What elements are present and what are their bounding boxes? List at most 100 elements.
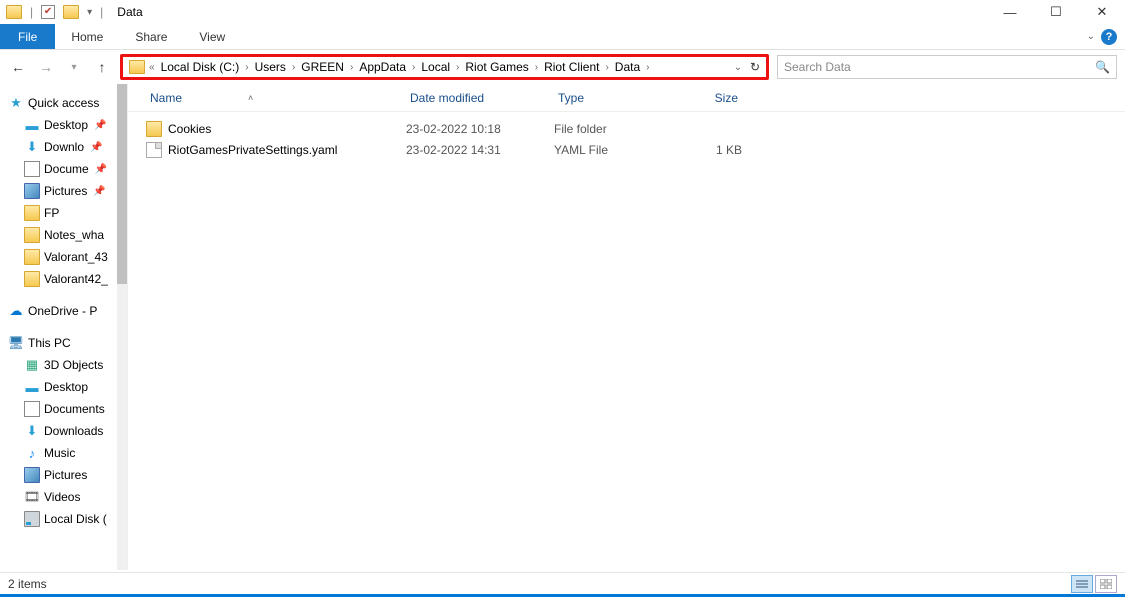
sidebar-item-label: Documents [44,402,105,416]
folder-icon [24,249,40,265]
minimize-button[interactable]: — [987,0,1033,24]
sidebar-item-label: Valorant42_ [44,272,108,286]
file-type: File folder [554,122,672,136]
sidebar-quick-item[interactable]: Valorant42_ [0,268,127,290]
sidebar-item-label: Valorant_43 [44,250,108,264]
menu-home[interactable]: Home [55,24,119,49]
sidebar-item-label: Downloads [44,424,103,438]
qat-separator2: | [100,5,103,19]
file-name: RiotGamesPrivateSettings.yaml [168,143,337,157]
sidebar-thispc-item[interactable]: ♪Music [0,442,127,464]
search-input[interactable]: Search Data 🔍 [777,55,1117,79]
3d-objects-icon: ▦ [24,357,40,373]
sidebar-quick-item[interactable]: FP [0,202,127,224]
file-type: YAML File [554,143,672,157]
window-title: Data [117,5,142,19]
file-row[interactable]: Cookies 23-02-2022 10:18File folder [146,118,1125,139]
file-name: Cookies [168,122,211,136]
sidebar-quick-item[interactable]: Pictures📌 [0,180,127,202]
crumb-6[interactable]: Riot Client [540,60,603,74]
sidebar-item-label: Videos [44,490,80,504]
search-icon[interactable]: 🔍 [1095,60,1110,74]
sidebar-quick-item[interactable]: ▬Desktop📌 [0,114,127,136]
qat-dropdown-icon[interactable]: ▾ [87,7,92,18]
maximize-button[interactable]: ☐ [1033,0,1079,24]
recent-dropdown[interactable]: ▾ [64,57,84,77]
file-row[interactable]: RiotGamesPrivateSettings.yaml 23-02-2022 … [146,139,1125,160]
new-folder-icon[interactable] [63,5,79,19]
file-date: 23-02-2022 14:31 [406,143,554,157]
properties-check-icon[interactable]: ✔ [41,5,55,19]
crumb-5[interactable]: Riot Games [461,60,532,74]
sidebar-thispc-item[interactable]: Pictures [0,464,127,486]
forward-button[interactable]: → [36,57,56,77]
ribbon: File Home Share View ⌄ ? [0,24,1125,50]
sidebar-this-pc[interactable]: 🖥 This PC [0,332,127,354]
disk-icon [24,511,40,527]
sidebar-item-label: Local Disk ( [44,512,107,526]
thispc-icon: 🖥 [8,335,24,351]
download-icon: ⬇ [24,423,40,439]
close-button[interactable]: ✕ [1079,0,1125,24]
sidebar-item-label: Docume [44,162,89,176]
up-button[interactable]: ↑ [92,57,112,77]
refresh-button[interactable]: ↻ [746,60,764,74]
sidebar-item-label: Desktop [44,118,88,132]
crumb-0[interactable]: Local Disk (C:) [157,60,244,74]
addressbar-dropdown[interactable]: ⌄ [730,62,746,73]
desktop-icon: ▬ [24,117,40,133]
onedrive-icon: ☁ [8,303,24,319]
ribbon-collapse-icon[interactable]: ⌄ [1087,31,1095,42]
details-view-button[interactable] [1071,575,1093,593]
crumb-3[interactable]: AppData [355,60,410,74]
sidebar-item-label: Pictures [44,184,87,198]
file-icon [146,142,162,158]
sort-indicator-icon: ˄ [248,93,253,103]
sidebar-thispc-item[interactable]: Local Disk ( [0,508,127,530]
sidebar-quick-item[interactable]: Valorant_43 [0,246,127,268]
crumb-2[interactable]: GREEN [297,60,348,74]
sidebar-quick-item[interactable]: ⬇Downlo📌 [0,136,127,158]
sidebar-thispc-item[interactable]: ⬇ Downloads [0,420,127,442]
thumbnails-view-button[interactable] [1095,575,1117,593]
folder-icon [24,271,40,287]
column-name[interactable]: Name ˄ [146,91,406,105]
address-bar-highlighted: « Local Disk (C:)› Users› GREEN› AppData… [120,54,769,80]
sidebar-quick-label: Quick access [28,96,99,110]
sidebar-quick-item[interactable]: Notes_wha [0,224,127,246]
sidebar-item-label: FP [44,206,59,220]
folder-icon [24,205,40,221]
sidebar-scrollbar-thumb[interactable] [117,84,127,284]
sidebar-item-label: 3D Objects [44,358,103,372]
addressbar-folder-icon[interactable] [129,60,145,74]
folder-icon [6,5,22,19]
sidebar-thispc-item[interactable]: ▬Desktop [0,376,127,398]
star-icon: ★ [8,95,24,111]
file-tab[interactable]: File [0,24,55,49]
menu-view[interactable]: View [183,24,241,49]
help-icon[interactable]: ? [1101,29,1117,45]
sidebar-thispc-item[interactable]: ▦ 3D Objects [0,354,127,376]
back-button[interactable]: ← [8,57,28,77]
menu-share[interactable]: Share [119,24,183,49]
sidebar-quick-access[interactable]: ★ Quick access [0,92,127,114]
crumb-7[interactable]: Data [611,60,644,74]
file-date: 23-02-2022 10:18 [406,122,554,136]
file-list: Name ˄ Date modified Type Size Cookies 23… [128,84,1125,570]
address-bar[interactable]: « Local Disk (C:)› Users› GREEN› AppData… [149,60,730,74]
sidebar-onedrive[interactable]: ☁ OneDrive - P [0,300,127,322]
sidebar-item-label: Pictures [44,468,87,482]
sidebar-item-label: Music [44,446,75,460]
column-headers: Name ˄ Date modified Type Size [128,84,1125,112]
crumb-1[interactable]: Users [251,60,290,74]
pictures-icon [24,183,40,199]
sidebar-thispc-item[interactable]: Documents [0,398,127,420]
column-type[interactable]: Type [554,91,672,105]
sidebar-thispc-item[interactable]: 🎞Videos [0,486,127,508]
sidebar-quick-item[interactable]: Docume📌 [0,158,127,180]
column-size[interactable]: Size [672,91,742,105]
crumb-4[interactable]: Local [417,60,454,74]
column-date[interactable]: Date modified [406,91,554,105]
document-icon [24,161,40,177]
desktop-icon: ▬ [24,379,40,395]
